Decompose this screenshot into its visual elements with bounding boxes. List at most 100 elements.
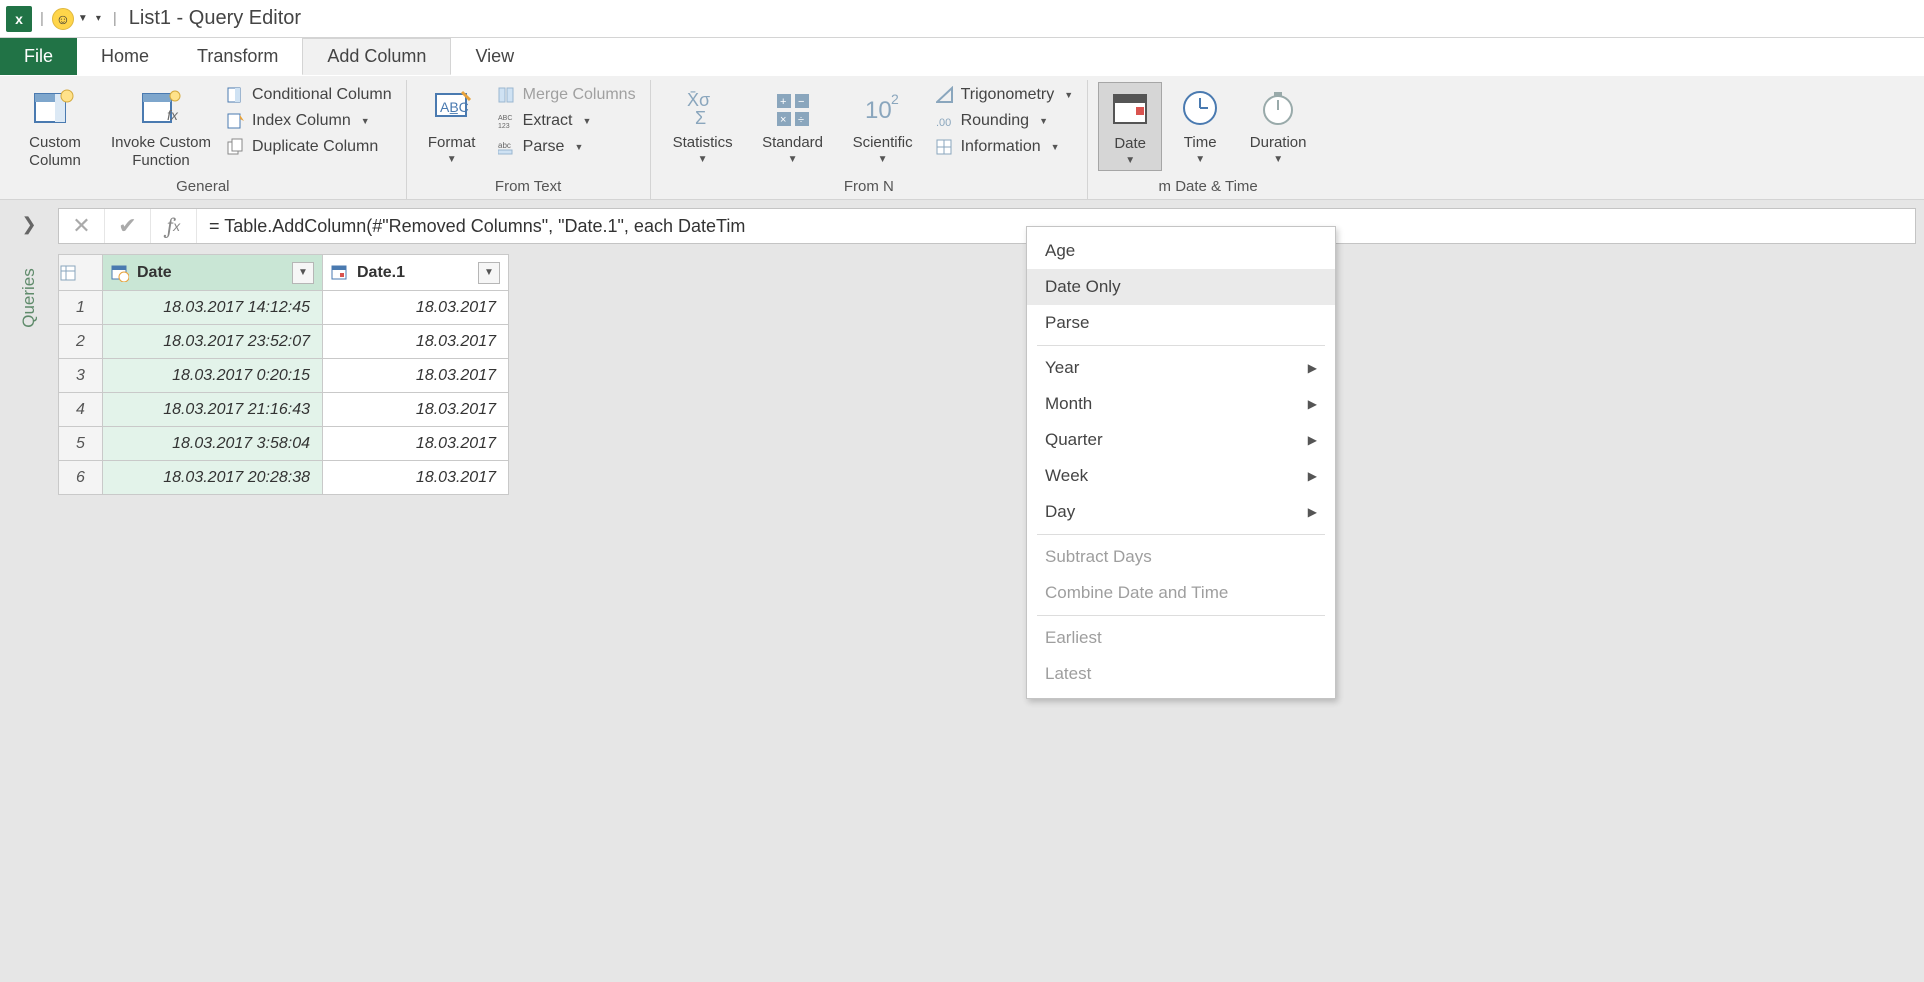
invoke-custom-function-label: Invoke Custom Function	[108, 134, 214, 170]
svg-text:abc: abc	[498, 141, 511, 150]
chevron-down-icon: ▼	[1125, 155, 1135, 166]
grid-corner[interactable]	[59, 255, 103, 291]
menu-item-week[interactable]: Week ▶	[1027, 458, 1335, 494]
menu-item-age[interactable]: Age	[1027, 233, 1335, 269]
smiley-icon[interactable]: ☺	[52, 8, 74, 30]
date-label: Date	[1114, 135, 1146, 153]
group-label-from-datetime: m Date & Time	[1159, 174, 1258, 197]
standard-button[interactable]: +−×÷ Standard ▼	[751, 82, 835, 169]
tab-file[interactable]: File	[0, 38, 77, 75]
menu-item-date-only[interactable]: Date Only	[1027, 269, 1335, 305]
parse-button[interactable]: abc Parse ▼	[493, 136, 640, 158]
column-header-date1[interactable]: Date.1 ▼	[323, 255, 509, 291]
conditional-column-button[interactable]: Conditional Column	[222, 84, 396, 106]
format-button[interactable]: AB̲C Format ▼	[417, 82, 487, 169]
table-row[interactable]: 618.03.2017 20:28:3818.03.2017	[59, 461, 509, 495]
index-column-button[interactable]: Index Column ▼	[222, 110, 396, 132]
queries-sidebar-label: Queries	[19, 268, 39, 328]
menu-item-label: Month	[1045, 394, 1092, 414]
cell-date[interactable]: 18.03.2017 3:58:04	[103, 427, 323, 461]
tab-view[interactable]: View	[451, 38, 538, 75]
row-header[interactable]: 4	[59, 393, 103, 427]
cell-date1[interactable]: 18.03.2017	[323, 461, 509, 495]
rounding-button[interactable]: .00 Rounding ▼	[931, 110, 1078, 132]
cell-date1[interactable]: 18.03.2017	[323, 291, 509, 325]
queries-pane-toggle[interactable]: ❯	[0, 200, 58, 248]
time-button[interactable]: Time ▼	[1168, 82, 1232, 169]
table-row[interactable]: 218.03.2017 23:52:0718.03.2017	[59, 325, 509, 359]
invoke-custom-function-icon: fx	[137, 86, 185, 130]
index-column-icon	[226, 112, 246, 130]
cell-date1[interactable]: 18.03.2017	[323, 359, 509, 393]
merge-columns-button[interactable]: Merge Columns	[493, 84, 640, 106]
cell-date[interactable]: 18.03.2017 21:16:43	[103, 393, 323, 427]
table-row[interactable]: 418.03.2017 21:16:4318.03.2017	[59, 393, 509, 427]
index-column-label: Index Column	[252, 112, 351, 130]
fx-icon[interactable]: fx	[151, 209, 197, 243]
menu-item-latest: Latest	[1027, 656, 1335, 692]
scientific-button[interactable]: 102 Scientific ▼	[841, 82, 925, 169]
cell-date[interactable]: 18.03.2017 23:52:07	[103, 325, 323, 359]
invoke-custom-function-button[interactable]: fx Invoke Custom Function	[106, 82, 216, 174]
tab-add-column[interactable]: Add Column	[302, 38, 451, 75]
tab-transform[interactable]: Transform	[173, 38, 302, 75]
cell-date[interactable]: 18.03.2017 14:12:45	[103, 291, 323, 325]
column-filter-button[interactable]: ▼	[478, 262, 500, 284]
cell-date1[interactable]: 18.03.2017	[323, 427, 509, 461]
column-header-date[interactable]: Date ▼	[103, 255, 323, 291]
submenu-arrow-icon: ▶	[1308, 397, 1317, 411]
statistics-button[interactable]: X̄σΣ Statistics ▼	[661, 82, 745, 169]
menu-item-day[interactable]: Day▶	[1027, 494, 1335, 530]
menu-item-label: Day	[1045, 502, 1075, 522]
table-row[interactable]: 318.03.2017 0:20:1518.03.2017	[59, 359, 509, 393]
row-header[interactable]: 6	[59, 461, 103, 495]
extract-button[interactable]: ABC123 Extract ▼	[493, 110, 640, 132]
row-header[interactable]: 3	[59, 359, 103, 393]
svg-text:AB̲C: AB̲C	[440, 99, 469, 115]
column-filter-button[interactable]: ▼	[292, 262, 314, 284]
formula-accept-button[interactable]: ✔	[105, 209, 151, 243]
trigonometry-label: Trigonometry	[961, 86, 1055, 104]
menu-item-quarter[interactable]: Quarter▶	[1027, 422, 1335, 458]
trigonometry-button[interactable]: Trigonometry ▼	[931, 84, 1078, 106]
window-title: List1 - Query Editor	[129, 7, 301, 30]
duplicate-column-button[interactable]: Duplicate Column	[222, 136, 396, 158]
ribbon: Custom Column fx Invoke Custom Function …	[0, 76, 1924, 200]
queries-sidebar[interactable]: Queries	[0, 248, 58, 495]
rounding-label: Rounding	[961, 112, 1030, 130]
date-button[interactable]: Date ▼	[1098, 82, 1162, 171]
table-row[interactable]: 118.03.2017 14:12:4518.03.2017	[59, 291, 509, 325]
row-header[interactable]: 1	[59, 291, 103, 325]
submenu-arrow-icon: ▶	[1308, 469, 1317, 483]
row-header[interactable]: 5	[59, 427, 103, 461]
table-row[interactable]: 518.03.2017 3:58:0418.03.2017	[59, 427, 509, 461]
chevron-down-icon: ▼	[1051, 142, 1060, 152]
chevron-down-icon: ▼	[698, 154, 708, 165]
qat-dropdown-icon[interactable]: ▼	[78, 13, 88, 24]
cell-date1[interactable]: 18.03.2017	[323, 325, 509, 359]
column-name: Date	[137, 264, 172, 282]
tab-home[interactable]: Home	[77, 38, 173, 75]
menu-divider	[1037, 345, 1325, 346]
svg-text:.00: .00	[936, 117, 951, 129]
ribbon-group-from-text: AB̲C Format ▼ Merge Columns ABC123 Extra…	[407, 80, 651, 199]
custom-column-icon	[31, 86, 79, 130]
menu-item-parse[interactable]: Parse	[1027, 305, 1335, 341]
information-button[interactable]: Information ▼	[931, 136, 1078, 158]
cell-date1[interactable]: 18.03.2017	[323, 393, 509, 427]
menu-item-label: Parse	[1045, 313, 1089, 333]
menu-item-label: Age	[1045, 241, 1075, 261]
menu-item-label: Week	[1045, 466, 1088, 486]
formula-cancel-button[interactable]: ✕	[59, 209, 105, 243]
cell-date[interactable]: 18.03.2017 20:28:38	[103, 461, 323, 495]
row-header[interactable]: 2	[59, 325, 103, 359]
custom-column-button[interactable]: Custom Column	[10, 82, 100, 174]
scientific-label: Scientific	[853, 134, 913, 152]
menu-item-month[interactable]: Month ▶	[1027, 386, 1335, 422]
main-area: Queries Date ▼	[0, 248, 1924, 495]
menu-item-year[interactable]: Year▶	[1027, 350, 1335, 386]
duration-button[interactable]: Duration ▼	[1238, 82, 1318, 169]
qat-overflow-icon[interactable]: ▾	[96, 13, 101, 24]
cell-date[interactable]: 18.03.2017 0:20:15	[103, 359, 323, 393]
ribbon-group-from-datetime: Date ▼ Time ▼ Duration ▼ m Date & Time	[1088, 80, 1328, 199]
